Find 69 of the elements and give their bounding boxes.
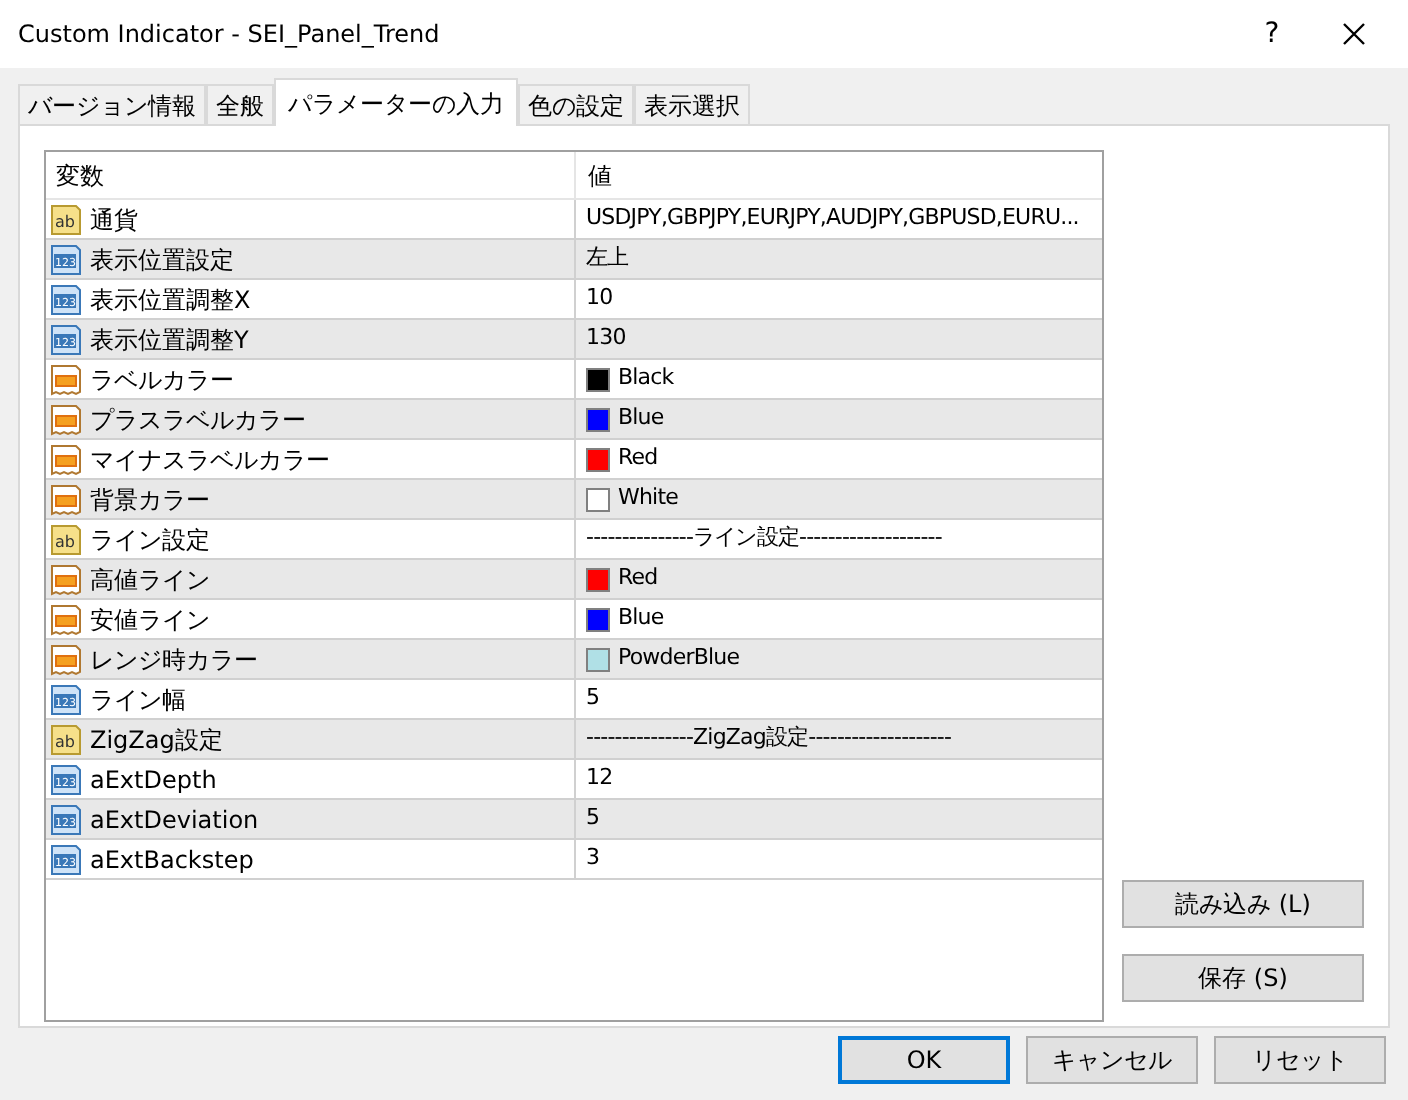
table-row[interactable]: ab ライン設定 ---------------ライン設定-------------------- [46, 520, 1102, 560]
table-row[interactable]: マイナスラベルカラー Red [46, 440, 1102, 480]
table-cell-text: aExtDeviation [90, 803, 259, 837]
table-cell-text: レンジ時カラー [90, 643, 258, 677]
table-cell-text: ライン幅 [90, 683, 186, 717]
table-cell-text: 3 [586, 842, 600, 875]
table-cell-text: Black [618, 362, 674, 395]
table-cell-text: 高値ライン [90, 563, 210, 597]
color-type-icon [50, 483, 82, 515]
help-button[interactable]: ? [1226, 13, 1318, 55]
table-cell-text: ZigZag設定 [90, 723, 223, 757]
table-row[interactable]: レンジ時カラー PowderBlue [46, 640, 1102, 680]
table-cell-text: aExtBackstep [90, 843, 254, 877]
table-cell-text: 安値ライン [90, 603, 210, 637]
table-cell-text: プラスラベルカラー [90, 403, 306, 437]
tab[interactable]: 全般 [206, 84, 274, 124]
color-type-icon [50, 643, 82, 675]
table-cell-text: 表示位置調整Y [90, 323, 249, 357]
table-cell-text: ---------------ZigZag設定-------------------- [586, 722, 952, 755]
tab[interactable]: パラメーターの入力 [274, 78, 518, 126]
text-type-icon: ab [50, 523, 82, 555]
table-cell-text: 5 [586, 682, 600, 715]
close-icon[interactable] [1342, 22, 1366, 46]
dialog-button[interactable]: キャンセル [1026, 1036, 1198, 1084]
table-cell-text: 12 [586, 762, 613, 795]
dialog-button[interactable]: OK [838, 1036, 1010, 1084]
table-row[interactable]: ab ZigZag設定 ---------------ZigZag設定-------------------- [46, 720, 1102, 760]
text-type-icon: ab [50, 203, 82, 235]
table-row[interactable]: 安値ライン Blue [46, 600, 1102, 640]
tab[interactable]: バージョン情報 [18, 84, 206, 124]
table-cell-text: USDJPY,GBPJPY,EURJPY,AUDJPY,GBPUSD,EURU... [586, 202, 1079, 235]
table-cell-text: 左上 [586, 242, 629, 275]
table-cell-text: 10 [586, 282, 613, 315]
table-cell-text: 通貨 [90, 203, 138, 237]
table-cell-text: 表示位置設定 [90, 243, 234, 277]
color-type-icon [50, 363, 82, 395]
table-row[interactable]: プラスラベルカラー Blue [46, 400, 1102, 440]
table-row[interactable]: 高値ライン Red [46, 560, 1102, 600]
table-cell-text: 表示位置調整X [90, 283, 251, 317]
table-cell-text: White [618, 482, 678, 515]
table-cell-text: マイナスラベルカラー [90, 443, 330, 477]
table-cell-text: PowderBlue [618, 642, 740, 675]
side-button[interactable]: 保存 (S) [1122, 954, 1364, 1002]
table-row[interactable]: ab 通貨 USDJPY,GBPJPY,EURJPY,AUDJPY,GBPUSD,EURU... [46, 200, 1102, 240]
column-header[interactable]: 変数 [46, 152, 576, 198]
table-cell-text: Blue [618, 402, 664, 435]
tab[interactable]: 色の設定 [518, 84, 634, 124]
table-row[interactable]: ラベルカラー Black [46, 360, 1102, 400]
table-cell-text: aExtDepth [90, 763, 217, 797]
tab[interactable]: 表示選択 [634, 84, 750, 124]
table-cell-text: Red [618, 442, 658, 475]
table-cell-text: ---------------ライン設定-------------------- [586, 522, 942, 555]
color-type-icon [50, 603, 82, 635]
table-cell-text: 5 [586, 802, 600, 835]
text-type-icon: ab [50, 723, 82, 755]
table-cell-text: Red [618, 562, 658, 595]
window-title: Custom Indicator - SEI_Panel_Trend [18, 18, 442, 52]
side-button[interactable]: 読み込み (L) [1122, 880, 1364, 928]
table-cell-text: ライン設定 [90, 523, 210, 557]
column-header[interactable]: 値 [576, 152, 1102, 198]
color-type-icon [50, 443, 82, 475]
table-cell-text: Blue [618, 602, 664, 635]
color-type-icon [50, 563, 82, 595]
table-row[interactable]: 背景カラー White [46, 480, 1102, 520]
dialog-button[interactable]: リセット [1214, 1036, 1386, 1084]
color-type-icon [50, 403, 82, 435]
table-cell-text: ラベルカラー [90, 363, 234, 397]
table-cell-text: 130 [586, 322, 626, 355]
table-cell-text: 背景カラー [90, 483, 210, 517]
